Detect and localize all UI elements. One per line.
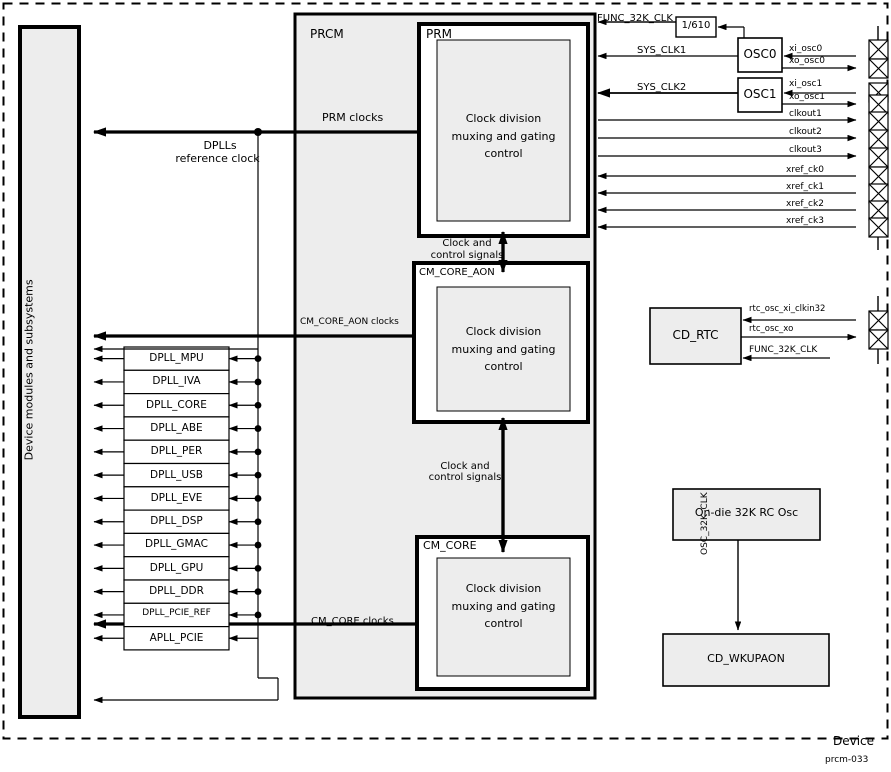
dpll-label: DPLL_CORE: [146, 398, 207, 411]
divider-label: 1/610: [681, 20, 711, 31]
dpll-bus-junction-dot: [254, 564, 262, 572]
dpll-bus-junction-dot: [254, 471, 262, 479]
cm-core-aon-clocks-label: CM_CORE_AON clocks: [300, 317, 399, 327]
xo-osc0-label: xo_osc0: [789, 56, 825, 66]
dpll-label: DPLL_DSP: [150, 515, 203, 528]
cm-core-label: CM_CORE: [423, 539, 477, 552]
func-32k-clk-top-label: FUNC_32K_CLK: [597, 13, 673, 24]
interconnect-bottom-line2: control signals: [428, 472, 502, 483]
xref-ck3-label: xref_ck3: [786, 216, 824, 226]
cm-core-inner-line3: control: [484, 617, 523, 630]
figure-id-label: prcm-033: [825, 755, 869, 765]
dpll-bus-junction-dot: [254, 378, 262, 386]
xref-ck1-label: xref_ck1: [786, 182, 824, 192]
dpll-bus-junction-dot: [254, 425, 262, 432]
osc1-label: OSC1: [743, 87, 777, 101]
cd-wkupaon-label: CD_WKUPAON: [707, 652, 785, 665]
prm-inner-line3: control: [484, 147, 523, 160]
cm-core-clocks-label: CM_CORE clocks: [311, 616, 394, 627]
prm-inner-line2: muxing and gating: [451, 130, 556, 143]
dplls-ref-clock-line1: DPLLs: [203, 139, 237, 152]
clkout3-label: clkout3: [789, 145, 822, 155]
xref-ck2-label: xref_ck2: [786, 199, 824, 209]
dpll-bus-junction-dot: [254, 448, 262, 456]
clkout2-label: clkout2: [789, 127, 822, 137]
dplls-ref-clock-line2: reference clock: [175, 152, 260, 165]
dpll-label: DPLL_DDR: [149, 585, 204, 597]
sys-clk1-label: SYS_CLK1: [637, 45, 687, 56]
prm-label: PRM: [426, 27, 452, 41]
xref-ck0-label: xref_ck0: [786, 165, 824, 175]
interconnect-top-line2: control signals: [430, 250, 504, 261]
dpll-bus-junction-dot: [254, 588, 262, 596]
cd-rtc-label: CD_RTC: [672, 328, 719, 342]
dpll-bus-junction-dot: [254, 401, 262, 409]
interconnect-bottom-line1: Clock and: [440, 461, 490, 472]
interconnect-top-line1: Clock and: [442, 238, 492, 249]
device-label: Device: [833, 734, 875, 748]
dpll-label: DPLL_PER: [150, 445, 203, 458]
rc-osc-label: On-die 32K RC Osc: [694, 506, 799, 519]
dpll-label: DPLL_EVE: [150, 491, 203, 504]
dpll-label: DPLL_USB: [150, 468, 203, 481]
prcm-label: PRCM: [310, 27, 344, 41]
dpll-label: DPLL_GMAC: [145, 538, 208, 551]
dpll-label: DPLL_PCIE_REF: [142, 608, 211, 619]
cm-core-aon-inner-line3: control: [484, 360, 523, 373]
dpll-bus-junction-dot: [254, 355, 262, 363]
xi-osc0-label: xi_osc0: [789, 44, 823, 54]
cm-core-inner-line2: muxing and gating: [451, 600, 556, 613]
rtc-xi-clkin32-label: rtc_osc_xi_clkin32: [749, 304, 826, 314]
clkout1-label: clkout1: [789, 109, 822, 119]
cm-core-aon-inner-line2: muxing and gating: [451, 343, 556, 356]
osc0-label: OSC0: [743, 47, 777, 61]
cm-core-aon-inner-line1: Clock division: [465, 325, 542, 338]
xo-osc1-label: xo_osc1: [789, 92, 825, 102]
dpll-label: DPLL_ABE: [150, 421, 203, 434]
dpll-bus-junction-dot: [254, 495, 262, 502]
rtc-func-32k-clk-label: FUNC_32K_CLK: [749, 345, 818, 355]
sys-clk2-label: SYS_CLK2: [637, 82, 687, 93]
prm-inner-line1: Clock division: [465, 112, 542, 125]
device-modules-label: Device modules and subsystems: [22, 279, 36, 461]
xi-osc1-label: xi_osc1: [789, 79, 823, 89]
dpll-label: DPLL_IVA: [152, 375, 201, 388]
dpll-label: DPLL_MPU: [149, 352, 204, 364]
prm-clocks-label: PRM clocks: [322, 111, 384, 124]
diagram-canvas: PRCM PRM Clock division muxing and gatin…: [0, 0, 891, 772]
dpll-label: APLL_PCIE: [149, 631, 204, 644]
dpll-bus-junction-dot: [254, 611, 262, 619]
dpll-bus-junction-dot: [254, 518, 262, 526]
cm-core-inner-line1: Clock division: [465, 582, 542, 595]
dpll-bus-junction-dot: [254, 541, 262, 549]
dpll-label: DPLL_GPU: [149, 561, 204, 574]
cm-core-aon-label: CM_CORE_AON: [419, 267, 495, 278]
osc-32k-clk-label: OSC_32K_CLK: [700, 492, 710, 555]
rtc-xo-label: rtc_osc_xo: [749, 324, 794, 334]
